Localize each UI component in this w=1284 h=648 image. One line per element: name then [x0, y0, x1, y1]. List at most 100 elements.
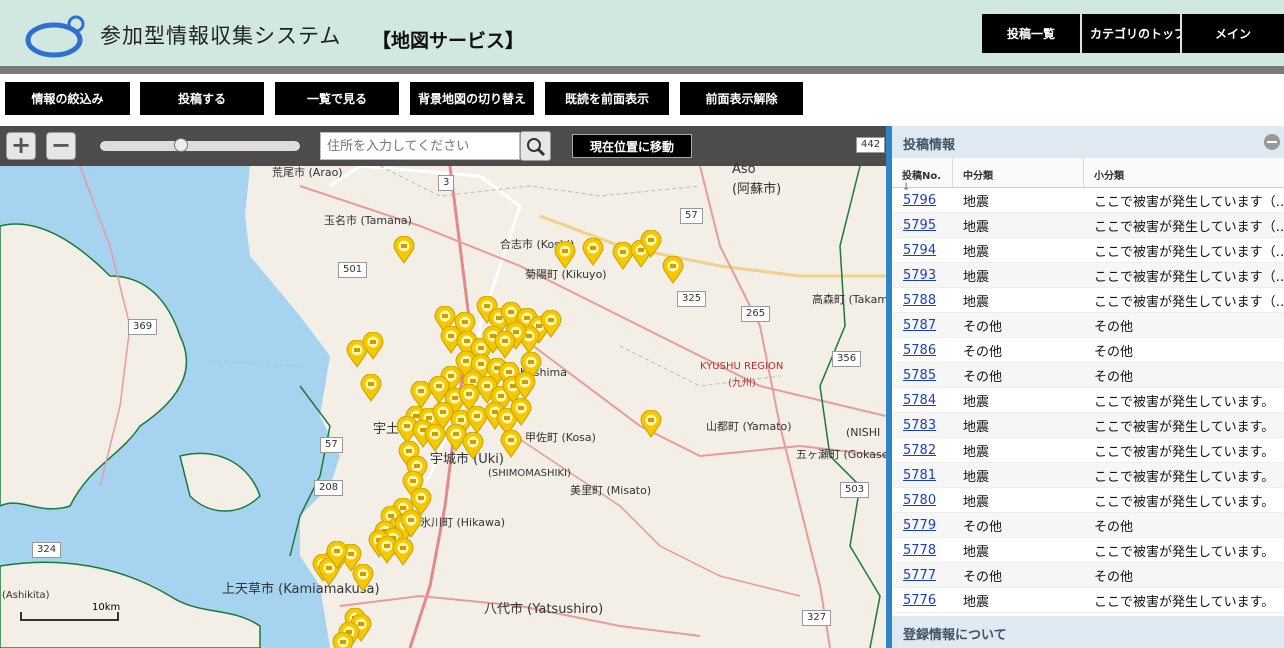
main-button[interactable]: メイン [1182, 14, 1284, 53]
category-top-button[interactable]: カテゴリのトップ [1082, 14, 1180, 53]
post-marker-icon[interactable] [640, 230, 662, 258]
post-number-link[interactable]: 5787 [892, 318, 953, 333]
table-row[interactable]: 5778 地震 ここで被害が発生しています。 [892, 538, 1284, 563]
category-mid-cell: 地震 [963, 444, 990, 460]
logo-icon [25, 15, 85, 58]
post-marker-icon[interactable] [400, 510, 422, 538]
post-number-link[interactable]: 5782 [892, 443, 953, 458]
map-label: (九州) [728, 378, 756, 389]
map-label: 玉名市 (Tamana) [324, 214, 412, 227]
category-sub-cell: ここで被害が発生しています（… [1094, 244, 1284, 260]
post-number-link[interactable]: 5796 [892, 193, 953, 208]
map-label: KYUSHU REGION [700, 361, 784, 372]
post-number-link[interactable]: 5778 [892, 543, 953, 558]
route-marker: 265 [741, 306, 771, 322]
post-number-link[interactable]: 5776 [892, 593, 953, 608]
table-row[interactable]: 5776 地震 ここで被害が発生しています。 [892, 588, 1284, 613]
posts-table-body: 5796 地震 ここで被害が発生しています（… 5795 地震 ここで被害が発生しています… [892, 188, 1284, 613]
header-bar: 参加型情報収集システム 【地図サービス】 投稿一覧 カテゴリのトップ メイン [0, 0, 1284, 66]
post-number-link[interactable]: 5783 [892, 418, 953, 433]
table-row[interactable]: 5795 地震 ここで被害が発生しています（… [892, 213, 1284, 238]
map-label: 高森町 (Takamori) [812, 293, 886, 306]
registration-info-header[interactable]: 登録情報について [892, 616, 1284, 648]
zoom-slider[interactable] [100, 138, 300, 152]
column-header-mid[interactable]: 中分類 [953, 158, 1084, 187]
collapse-icon[interactable] [1264, 134, 1280, 150]
table-row[interactable]: 5796 地震 ここで被害が発生しています（… [892, 188, 1284, 213]
table-row[interactable]: 5786 その他 その他 [892, 338, 1284, 363]
search-button[interactable] [520, 131, 551, 161]
post-marker-icon[interactable] [352, 564, 374, 592]
post-marker-icon[interactable] [500, 430, 522, 458]
zoom-out-button[interactable]: − [46, 132, 76, 160]
locate-button[interactable]: 現在位置に移動 [572, 134, 692, 158]
map-label: Aso [732, 162, 756, 177]
zoom-in-button[interactable]: + [6, 132, 36, 160]
post-marker-icon[interactable] [662, 256, 684, 284]
post-number-link[interactable]: 5785 [892, 368, 953, 383]
category-sub-cell: その他 [1094, 344, 1134, 360]
post-number-link[interactable]: 5788 [892, 293, 953, 308]
post-marker-icon[interactable] [392, 538, 414, 566]
category-mid-cell: 地震 [963, 394, 990, 410]
post-marker-icon[interactable] [424, 424, 446, 452]
switch-basemap-button[interactable]: 背景地図の切り替え [410, 82, 534, 115]
panel-header: 投稿情報 [892, 126, 1284, 158]
category-mid-cell: 地震 [963, 594, 990, 610]
table-row[interactable]: 5783 地震 ここで被害が発生しています。 [892, 413, 1284, 438]
header-divider [0, 66, 1284, 74]
filter-button[interactable]: 情報の絞込み [5, 82, 130, 115]
map-control-bar: + − 現在位置に移動 [0, 126, 886, 166]
post-marker-icon[interactable] [640, 410, 662, 438]
category-sub-cell: ここで被害が発生しています。 [1094, 544, 1275, 560]
post-marker-icon[interactable] [514, 372, 536, 400]
post-number-link[interactable]: 5777 [892, 568, 953, 583]
post-marker-icon[interactable] [494, 331, 516, 359]
table-row[interactable]: 5793 地震 ここで被害が発生しています（… [892, 263, 1284, 288]
post-number-link[interactable]: 5779 [892, 518, 953, 533]
zoom-slider-thumb[interactable] [174, 138, 188, 152]
posts-panel: 投稿情報 投稿No. ↓ 中分類 小分類 5796 地震 ここで被害が発生しています… [892, 126, 1284, 648]
post-marker-icon[interactable] [360, 374, 382, 402]
post-marker-icon[interactable] [393, 236, 415, 264]
table-row[interactable]: 5780 地震 ここで被害が発生しています。 [892, 488, 1284, 513]
post-marker-icon[interactable] [362, 332, 384, 360]
post-number-link[interactable]: 5784 [892, 393, 953, 408]
table-row[interactable]: 5787 その他 その他 [892, 313, 1284, 338]
post-list-button[interactable]: 投稿一覧 [982, 14, 1080, 53]
table-row[interactable]: 5779 その他 その他 [892, 513, 1284, 538]
column-header-sub[interactable]: 小分類 [1084, 158, 1284, 187]
post-number-link[interactable]: 5786 [892, 343, 953, 358]
table-row[interactable]: 5781 地震 ここで被害が発生しています。 [892, 463, 1284, 488]
table-row[interactable]: 5777 その他 その他 [892, 563, 1284, 588]
post-marker-icon[interactable] [326, 541, 348, 569]
post-number-link[interactable]: 5794 [892, 243, 953, 258]
map-label: (Ashikita) [2, 590, 50, 601]
post-marker-icon[interactable] [332, 632, 354, 648]
post-number-link[interactable]: 5793 [892, 268, 953, 283]
show-read-front-button[interactable]: 既読を前面表示 [545, 82, 669, 115]
category-mid-cell: 地震 [963, 469, 990, 485]
post-button[interactable]: 投稿する [140, 82, 264, 115]
post-marker-icon[interactable] [462, 432, 484, 460]
post-marker-icon[interactable] [582, 238, 604, 266]
category-sub-cell: その他 [1094, 369, 1134, 385]
post-marker-icon[interactable] [554, 241, 576, 269]
address-search-input[interactable] [320, 132, 520, 160]
map-canvas[interactable]: + − 現在位置に移動 荒尾市 (Arao) 玉名市 (Tamana) 合志市 … [0, 126, 886, 648]
column-header-no[interactable]: 投稿No. ↓ [892, 158, 953, 193]
category-mid-cell: その他 [963, 519, 1003, 535]
post-marker-icon[interactable] [540, 310, 562, 338]
table-row[interactable]: 5784 地震 ここで被害が発生しています。 [892, 388, 1284, 413]
table-row[interactable]: 5788 地震 ここで被害が発生しています（… [892, 288, 1284, 313]
list-view-button[interactable]: 一覧で見る [275, 82, 399, 115]
table-row[interactable]: 5794 地震 ここで被害が発生しています（… [892, 238, 1284, 263]
post-marker-icon[interactable] [510, 398, 532, 426]
table-row[interactable]: 5785 その他 その他 [892, 363, 1284, 388]
post-number-link[interactable]: 5795 [892, 218, 953, 233]
table-row[interactable]: 5782 地震 ここで被害が発生しています。 [892, 438, 1284, 463]
clear-front-button[interactable]: 前面表示解除 [680, 82, 803, 115]
post-number-link[interactable]: 5780 [892, 493, 953, 508]
category-mid-cell: 地震 [963, 244, 990, 260]
post-number-link[interactable]: 5781 [892, 468, 953, 483]
